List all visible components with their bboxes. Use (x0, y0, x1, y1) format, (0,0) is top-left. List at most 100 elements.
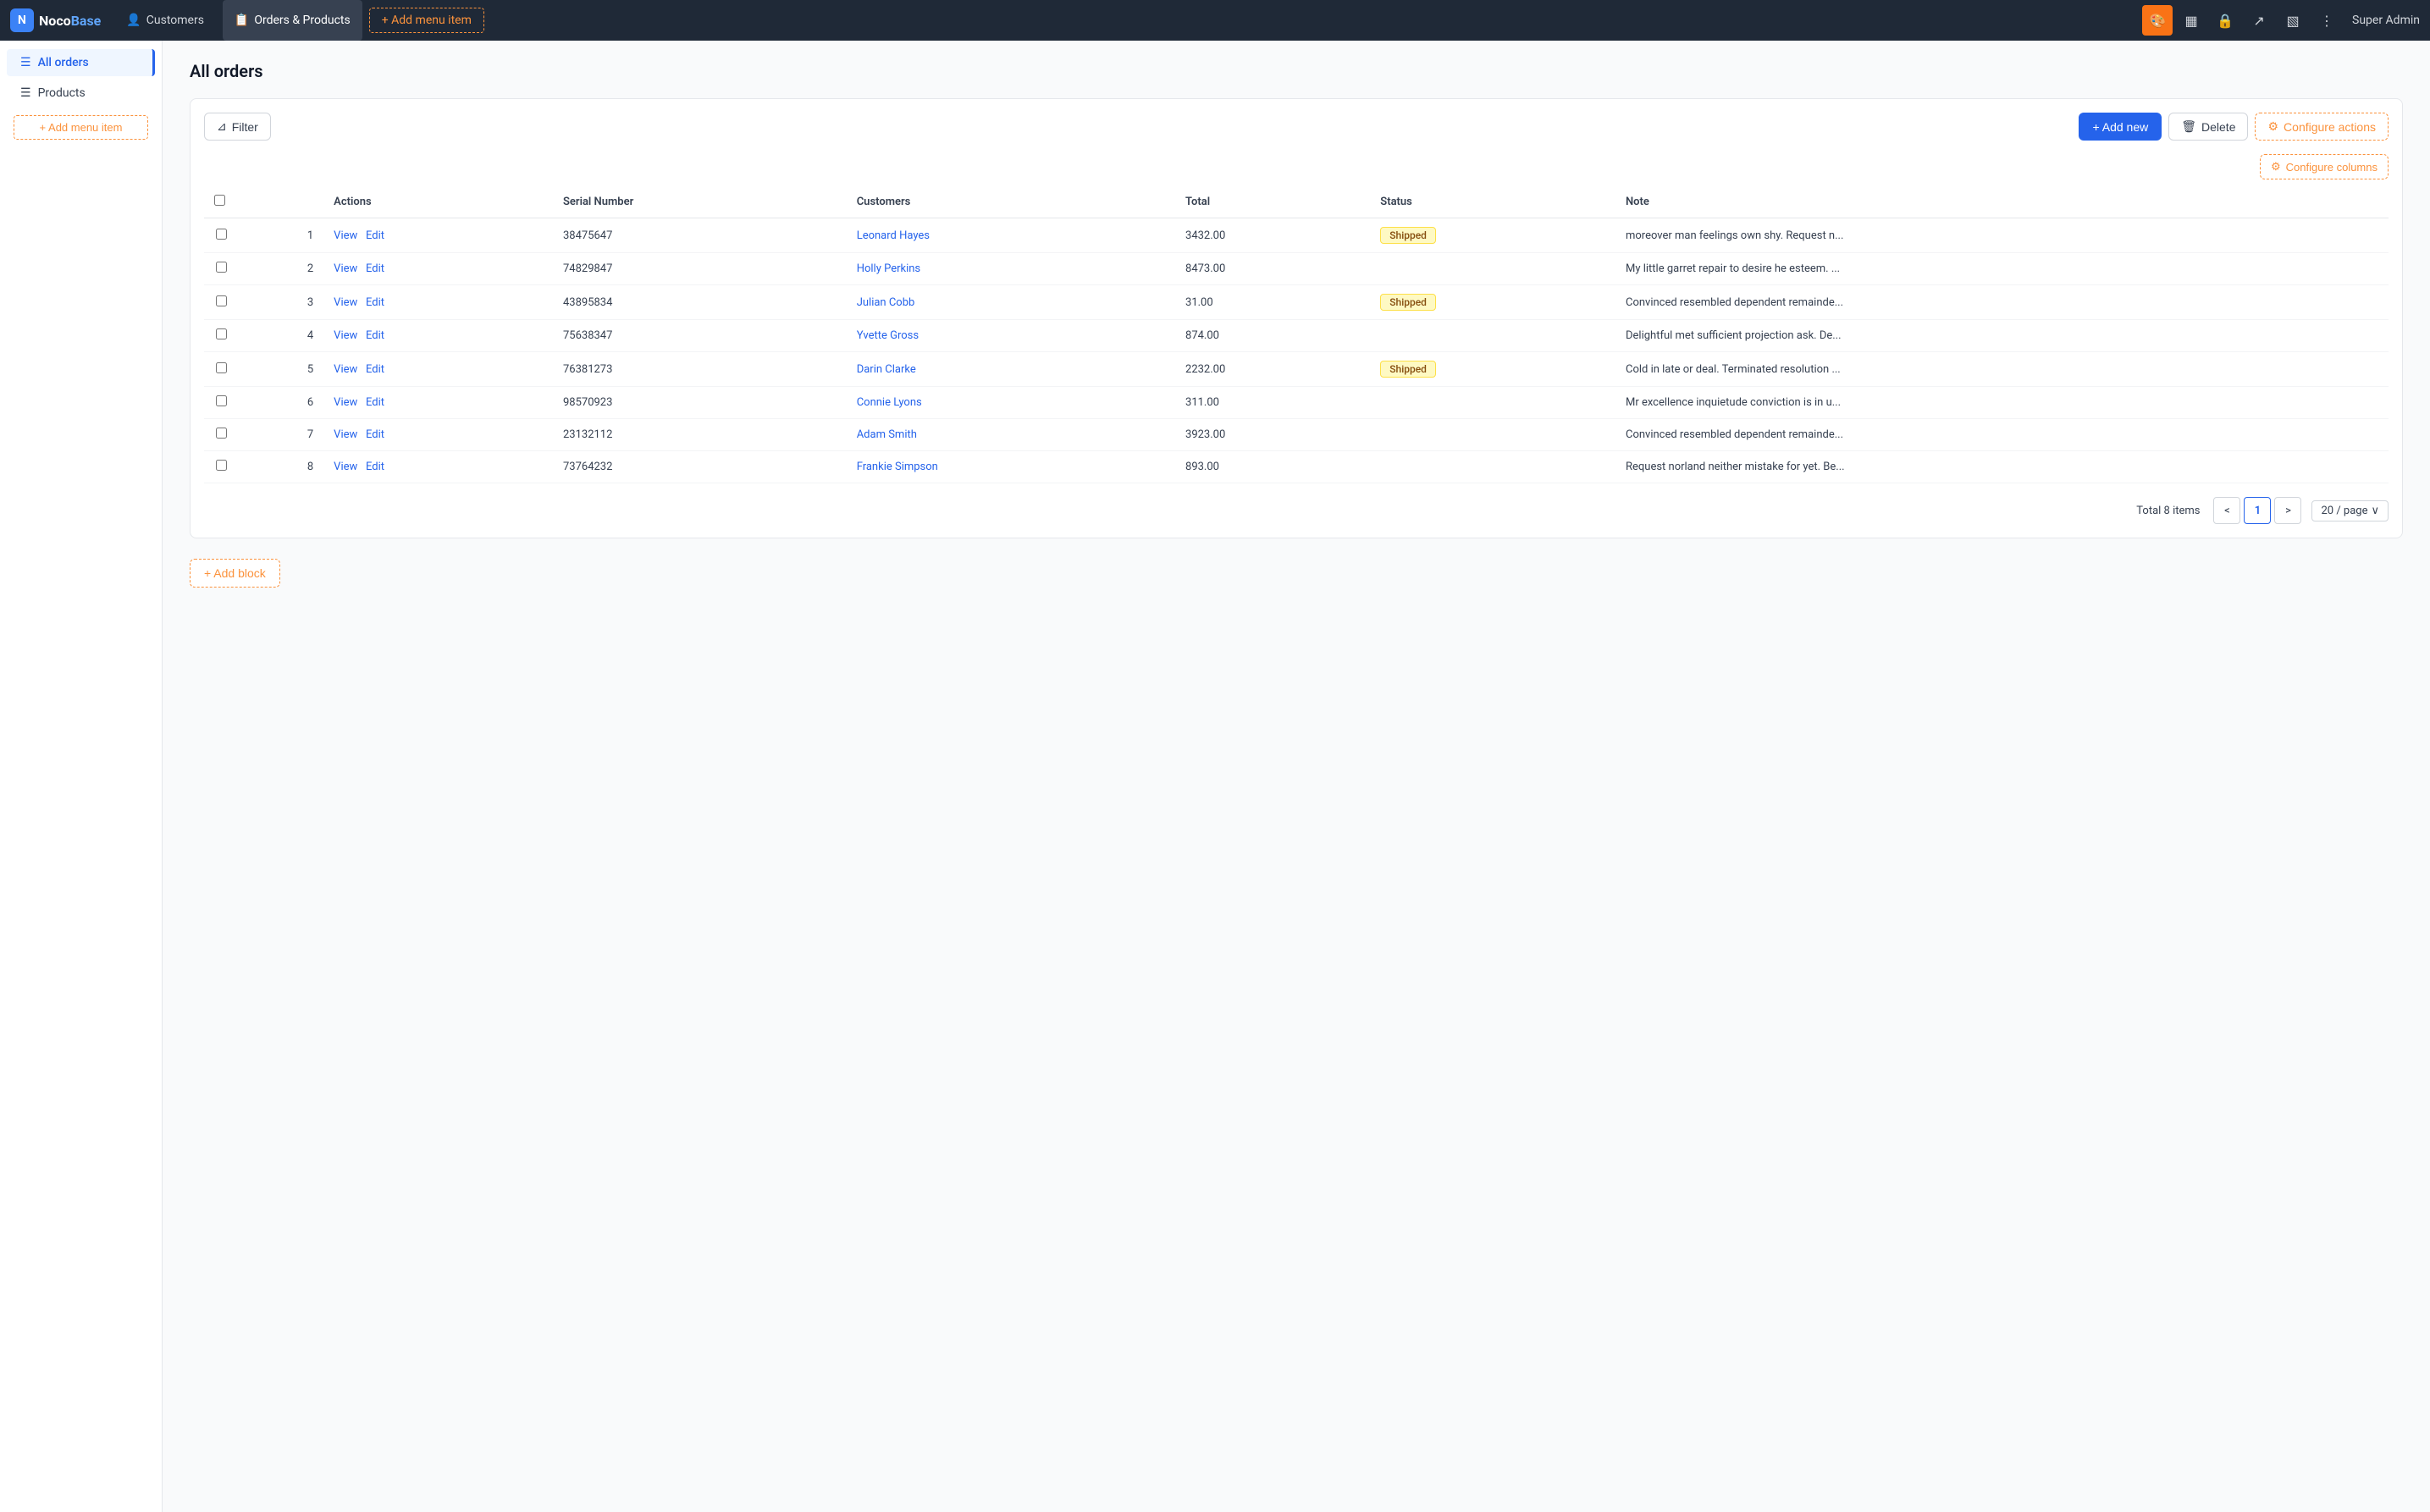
add-new-button[interactable]: + Add new (2079, 113, 2162, 141)
row-serial: 98570923 (553, 387, 847, 419)
row-actions: View Edit (323, 451, 553, 483)
view-link[interactable]: View (334, 262, 357, 275)
row-checkbox-cell (204, 285, 238, 320)
configure-actions-button[interactable]: ⚙ Configure actions (2255, 113, 2389, 141)
row-number: 8 (238, 451, 323, 483)
view-link[interactable]: View (334, 428, 357, 441)
nav-add-menu-item[interactable]: + Add menu item (369, 8, 484, 33)
row-actions: View Edit (323, 387, 553, 419)
edit-link[interactable]: Edit (366, 329, 384, 342)
row-number: 6 (238, 387, 323, 419)
customer-link[interactable]: Holly Perkins (857, 262, 920, 275)
logo-icon: N (10, 8, 34, 32)
pagination-page-1[interactable]: 1 (2244, 497, 2271, 524)
brush-icon-btn[interactable]: 🎨 (2142, 5, 2173, 36)
th-status: Status (1370, 186, 1615, 218)
view-link[interactable]: View (334, 229, 357, 242)
row-actions: View Edit (323, 419, 553, 451)
logo-text: NocoBase (39, 13, 101, 29)
pagination-prev-btn[interactable]: < (2213, 497, 2240, 524)
table-icon-btn[interactable]: ▦ (2176, 5, 2206, 36)
row-checkbox-cell (204, 387, 238, 419)
row-total: 2232.00 (1175, 352, 1370, 387)
orders-icon: 📋 (235, 14, 249, 27)
lock-icon-btn[interactable]: 🔒 (2210, 5, 2240, 36)
row-note: Mr excellence inquietude conviction is i… (1615, 387, 2389, 419)
user-label: Super Admin (2352, 14, 2420, 27)
share-icon-btn[interactable]: ↗ (2244, 5, 2274, 36)
edit-link[interactable]: Edit (366, 461, 384, 473)
delete-button[interactable]: 🗑 Delete (2168, 113, 2248, 141)
edit-link[interactable]: Edit (366, 363, 384, 376)
row-checkbox-cell (204, 253, 238, 285)
customer-link[interactable]: Yvette Gross (857, 329, 919, 342)
nav-tab-customers[interactable]: 👤 Customers (114, 0, 216, 41)
toolbar-left: ⊿ Filter (204, 113, 271, 141)
sidebar-add-menu-btn[interactable]: + Add menu item (14, 115, 148, 140)
configure-cols-icon: ⚙ (2271, 160, 2281, 174)
add-block-button[interactable]: + Add block (190, 559, 280, 588)
row-number: 3 (238, 285, 323, 320)
customer-link[interactable]: Connie Lyons (857, 396, 922, 409)
row-serial: 38475647 (553, 218, 847, 253)
row-actions: View Edit (323, 253, 553, 285)
row-note: Convinced resembled dependent remainde..… (1615, 285, 2389, 320)
row-checkbox-3[interactable] (216, 328, 227, 339)
filter-button[interactable]: ⊿ Filter (204, 113, 271, 141)
view-link[interactable]: View (334, 329, 357, 342)
row-customer: Darin Clarke (847, 352, 1175, 387)
main-content: All orders ⊿ Filter + Add new 🗑 Dele (163, 41, 2430, 1512)
view-link[interactable]: View (334, 396, 357, 409)
row-status: Shipped (1370, 285, 1615, 320)
view-link[interactable]: View (334, 363, 357, 376)
customer-link[interactable]: Leonard Hayes (857, 229, 930, 242)
more-icon-btn[interactable]: ⋮ (2311, 5, 2342, 36)
edit-link[interactable]: Edit (366, 229, 384, 242)
row-checkbox-7[interactable] (216, 460, 227, 471)
chevron-down-icon: ∨ (2371, 505, 2379, 517)
sidebar-item-all-orders[interactable]: ☰ All orders (7, 49, 155, 76)
row-number: 7 (238, 419, 323, 451)
configure-cols-wrapper: ⚙ Configure columns (204, 154, 2389, 179)
filter-icon: ⊿ (217, 119, 227, 134)
sidebar-icon-btn[interactable]: ▧ (2278, 5, 2308, 36)
select-all-checkbox[interactable] (214, 195, 225, 206)
row-note: My little garret repair to desire he est… (1615, 253, 2389, 285)
sidebar-item-products[interactable]: ☰ Products (7, 80, 155, 107)
row-status (1370, 419, 1615, 451)
customer-link[interactable]: Adam Smith (857, 428, 917, 441)
row-customer: Leonard Hayes (847, 218, 1175, 253)
row-checkbox-4[interactable] (216, 362, 227, 373)
row-status (1370, 253, 1615, 285)
row-checkbox-0[interactable] (216, 229, 227, 240)
row-checkbox-cell (204, 218, 238, 253)
customer-link[interactable]: Frankie Simpson (857, 461, 938, 473)
customer-link[interactable]: Julian Cobb (857, 296, 915, 309)
row-total: 8473.00 (1175, 253, 1370, 285)
app-logo[interactable]: N NocoBase (10, 8, 101, 32)
row-status (1370, 451, 1615, 483)
pagination-next-btn[interactable]: > (2274, 497, 2301, 524)
edit-link[interactable]: Edit (366, 396, 384, 409)
configure-columns-button[interactable]: ⚙ Configure columns (2260, 154, 2389, 179)
nav-tab-orders-products[interactable]: 📋 Orders & Products (223, 0, 362, 41)
edit-link[interactable]: Edit (366, 262, 384, 275)
view-link[interactable]: View (334, 296, 357, 309)
row-status: Shipped (1370, 218, 1615, 253)
edit-link[interactable]: Edit (366, 296, 384, 309)
navbar: N NocoBase 👤 Customers 📋 Orders & Produc… (0, 0, 2430, 41)
edit-link[interactable]: Edit (366, 428, 384, 441)
customer-link[interactable]: Darin Clarke (857, 363, 916, 376)
pagination-total: Total 8 items (2136, 505, 2200, 517)
th-serial-number: Serial Number (553, 186, 847, 218)
page-title: All orders (190, 61, 2403, 81)
view-link[interactable]: View (334, 461, 357, 473)
page-size-select[interactable]: 20 / page ∨ (2311, 500, 2389, 521)
row-checkbox-1[interactable] (216, 262, 227, 273)
row-checkbox-2[interactable] (216, 295, 227, 306)
row-note: Delightful met sufficient projection ask… (1615, 320, 2389, 352)
row-checkbox-5[interactable] (216, 395, 227, 406)
all-orders-icon: ☰ (20, 56, 31, 69)
row-checkbox-6[interactable] (216, 428, 227, 439)
table-row: 6 View Edit 98570923 Connie Lyons 311.00… (204, 387, 2389, 419)
